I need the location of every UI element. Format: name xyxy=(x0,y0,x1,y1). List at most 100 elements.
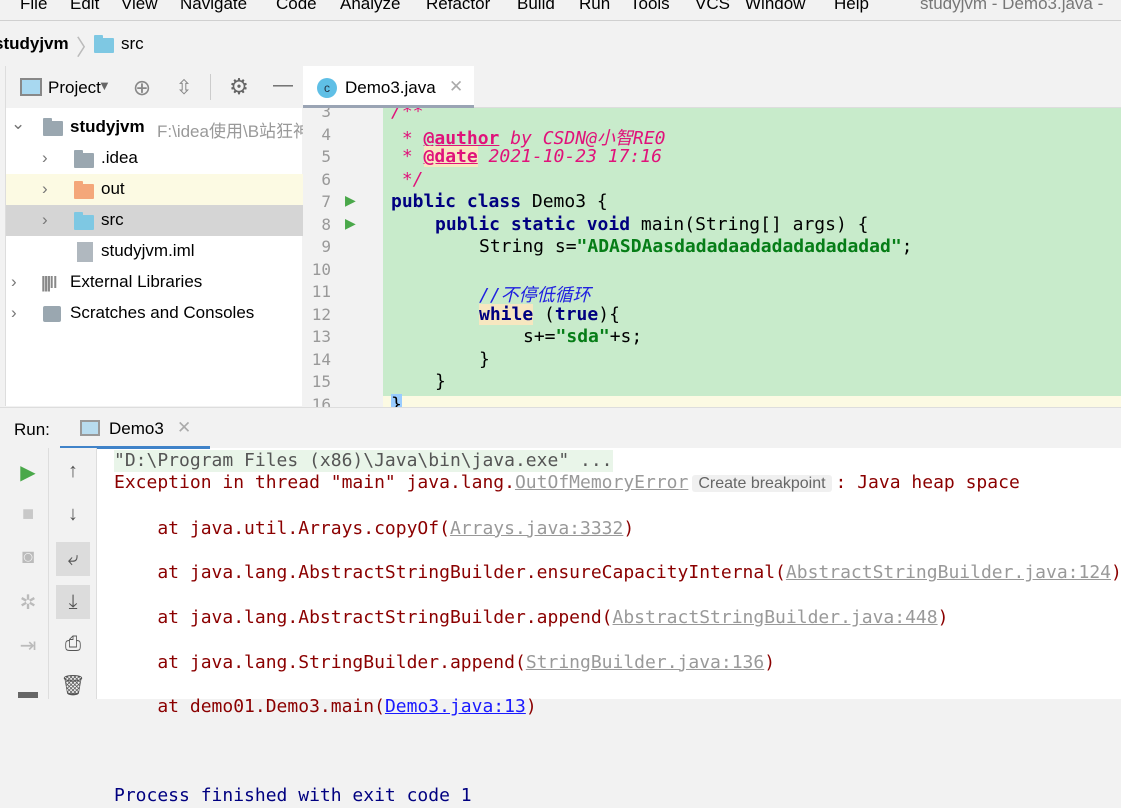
project-toolbar: Project ▼ ⊕ ⇳ ⚙ — xyxy=(6,66,302,108)
project-view-selector[interactable]: Project xyxy=(48,78,101,98)
chevron-right-icon[interactable]: › xyxy=(42,210,48,230)
scratches-icon xyxy=(43,306,61,322)
code-token: ( xyxy=(533,304,555,325)
run-label: Run: xyxy=(14,420,50,439)
tree-label: External Libraries xyxy=(70,272,203,291)
breadcrumb-folder[interactable]: src xyxy=(121,34,144,54)
tab-demo3-java[interactable]: c Demo3.java ✕ xyxy=(303,66,474,108)
menu-tools[interactable]: Tools xyxy=(630,0,670,14)
tree-label: .idea xyxy=(101,148,138,167)
scroll-to-end-icon[interactable]: ⤓ xyxy=(56,585,90,619)
run-header: Run: Demo3 ✕ xyxy=(0,407,1121,449)
code-token: main(String[] args) { xyxy=(630,214,869,235)
source-link[interactable]: AbstractStringBuilder.java:124 xyxy=(786,562,1111,583)
exception-link[interactable]: OutOfMemoryError xyxy=(515,472,688,493)
arrow-up-icon[interactable]: ↑ xyxy=(58,460,88,483)
source-link[interactable]: StringBuilder.java:136 xyxy=(526,652,764,673)
line-number: 14 xyxy=(311,350,331,369)
arrow-down-icon[interactable]: ↓ xyxy=(58,503,88,526)
tab-label: Demo3 xyxy=(109,419,164,438)
exit-icon[interactable]: ⇥ xyxy=(13,633,43,658)
tree-item-src[interactable]: › src xyxy=(6,205,303,236)
chevron-right-icon[interactable]: › xyxy=(42,179,48,199)
tree-item-out[interactable]: › out xyxy=(6,174,303,205)
menu-view[interactable]: View xyxy=(121,0,158,14)
code-line-14: } xyxy=(479,349,490,370)
menu-run[interactable]: Run xyxy=(579,0,610,14)
editor: c Demo3.java ✕ 3 4 5 6 7 8 9 10 11 12 13… xyxy=(303,66,1121,407)
menu-navigate[interactable]: Navigate xyxy=(180,0,247,14)
close-icon[interactable]: ✕ xyxy=(177,418,191,438)
file-icon xyxy=(77,242,93,262)
project-panel: Project ▼ ⊕ ⇳ ⚙ — ⌄ studyjvm F:\idea使用\B… xyxy=(5,66,310,406)
module-folder-icon xyxy=(43,118,63,136)
chevron-right-icon[interactable]: › xyxy=(11,303,17,323)
code-line-13: s+="sda"+s; xyxy=(523,326,642,347)
stop-icon[interactable]: ■ xyxy=(13,503,43,526)
layout-icon[interactable]: ▬ xyxy=(13,681,43,704)
line-number: 3 xyxy=(321,108,331,121)
menu-help[interactable]: Help xyxy=(834,0,869,14)
console-text: ) xyxy=(1111,562,1121,584)
menu-edit[interactable]: Edit xyxy=(70,0,99,14)
menu-code[interactable]: Code xyxy=(276,0,317,14)
chevron-right-icon[interactable]: › xyxy=(42,148,48,168)
chevron-right-icon[interactable]: › xyxy=(11,272,17,292)
source-link[interactable]: AbstractStringBuilder.java:448 xyxy=(613,607,938,628)
tree-item-external-libraries[interactable]: › |||‖ External Libraries xyxy=(6,267,303,298)
menu-file[interactable]: File xyxy=(20,0,47,14)
run-gutter-icon[interactable]: ▶ xyxy=(345,215,356,232)
debug-icon[interactable]: ✲ xyxy=(13,590,43,615)
stack-frame: at demo01.Demo3.main(Demo3.java:13) xyxy=(114,696,1121,718)
code-token: +s; xyxy=(609,326,643,347)
create-breakpoint-button[interactable]: Create breakpoint xyxy=(692,475,832,493)
line-number: 11 xyxy=(311,282,331,301)
run-panel: Run: Demo3 ✕ ▶ ■ ◙ ✲ ⇥ ▬ ↑ ↓ ⤶ ⤓ ⎙ 🗑 "D:… xyxy=(0,407,1121,806)
trash-icon[interactable]: 🗑 xyxy=(58,673,88,698)
chevron-down-icon[interactable]: ▼ xyxy=(98,78,111,93)
tree-item-iml[interactable]: studyjvm.iml xyxy=(6,236,303,267)
line-number: 15 xyxy=(311,372,331,391)
console-command: "D:\Program Files (x86)\Java\bin\java.ex… xyxy=(114,450,613,473)
code-area[interactable]: 3 4 5 6 7 8 9 10 11 12 13 14 15 16 ▶ ▶ /… xyxy=(303,108,1121,407)
run-toolbar: ▶ ■ ◙ ✲ ⇥ ▬ ↑ ↓ ⤶ ⤓ ⎙ 🗑 xyxy=(0,448,97,703)
source-link[interactable]: Arrays.java:3332 xyxy=(450,518,623,539)
code-token: @date xyxy=(423,146,478,167)
tree-item-scratches[interactable]: › Scratches and Consoles xyxy=(6,298,303,329)
code-token: * xyxy=(391,146,424,167)
code-token: "ADASDAasdadadaadadadadadadad" xyxy=(576,236,902,257)
menu-analyze[interactable]: Analyze xyxy=(340,0,400,14)
line-number: 16 xyxy=(311,395,331,407)
tree-item-studyjvm[interactable]: ⌄ studyjvm F:\idea使用\B站狂神 xyxy=(6,112,310,143)
stack-frame: at java.util.Arrays.copyOf(Arrays.java:3… xyxy=(114,518,1121,540)
code-token: 2021-10-23 17:16 xyxy=(477,146,662,167)
breadcrumb-project[interactable]: studyjvm xyxy=(0,34,69,54)
tab-demo3[interactable]: Demo3 ✕ xyxy=(60,408,210,449)
console-exception: Exception in thread "main" java.lang.Out… xyxy=(114,472,1121,495)
gear-icon[interactable]: ⚙ xyxy=(224,74,254,100)
run-gutter-icon[interactable]: ▶ xyxy=(345,192,356,209)
stack-frame: at java.lang.AbstractStringBuilder.appen… xyxy=(114,607,1121,629)
menu-refactor[interactable]: Refactor xyxy=(426,0,490,14)
code-token: */ xyxy=(391,169,424,190)
chevron-down-icon[interactable]: ⌄ xyxy=(11,114,25,134)
menu-window[interactable]: Window xyxy=(745,0,805,14)
menu-build[interactable]: Build xyxy=(517,0,555,14)
close-icon[interactable]: ✕ xyxy=(449,77,463,97)
source-link[interactable]: Demo3.java:13 xyxy=(385,696,526,717)
print-icon[interactable]: ⎙ xyxy=(58,633,88,656)
rerun-icon[interactable]: ▶ xyxy=(13,460,43,485)
console-output[interactable]: "D:\Program Files (x86)\Java\bin\java.ex… xyxy=(114,450,1121,808)
soft-wrap-icon[interactable]: ⤶ xyxy=(56,542,90,576)
tree-item-idea[interactable]: › .idea xyxy=(6,143,303,174)
collapse-all-icon[interactable]: ⇳ xyxy=(169,75,199,100)
console-text: at java.lang.AbstractStringBuilder.appen… xyxy=(114,607,613,629)
locate-icon[interactable]: ⊕ xyxy=(127,75,157,101)
menu-vcs[interactable]: VCS xyxy=(695,0,730,14)
console-text: ) xyxy=(937,607,949,629)
code-line-9: String s="ADASDAasdadadaadadadadadadad"; xyxy=(479,236,913,257)
camera-icon[interactable]: ◙ xyxy=(13,546,43,569)
line-number: 12 xyxy=(311,305,331,324)
current-line xyxy=(383,396,1121,407)
minimize-icon[interactable]: — xyxy=(268,74,298,97)
